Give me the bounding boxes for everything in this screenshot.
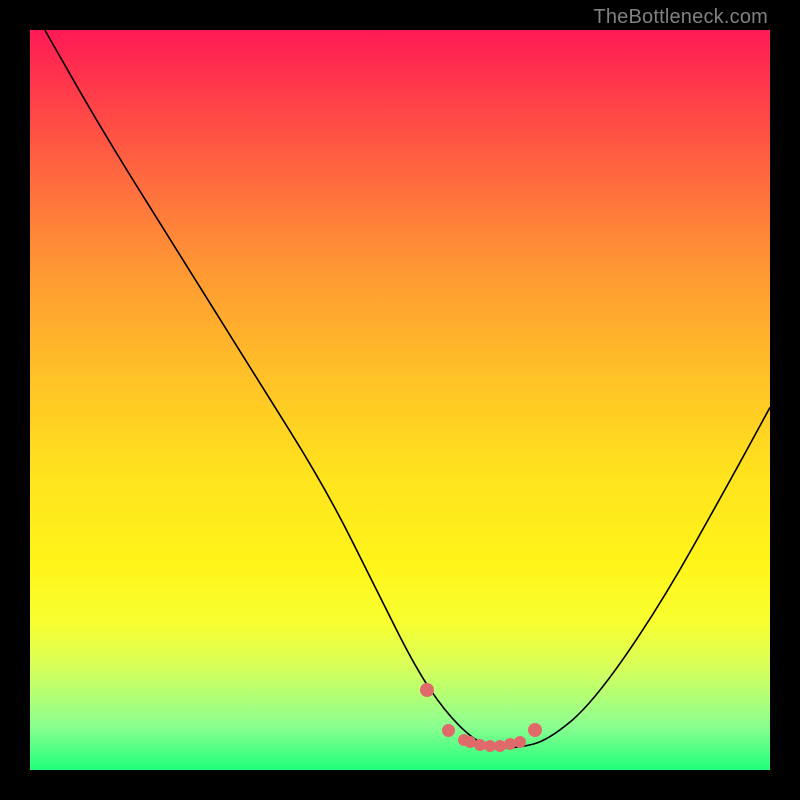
highlight-dot: [514, 736, 526, 748]
chart-frame: TheBottleneck.com: [0, 0, 800, 800]
plot-area: [30, 30, 770, 770]
highlight-dot: [442, 724, 455, 737]
highlight-dot: [420, 683, 434, 697]
curve-layer: [30, 30, 770, 770]
watermark-text: TheBottleneck.com: [593, 6, 768, 29]
highlight-dot: [528, 723, 542, 737]
bottleneck-curve: [45, 30, 770, 748]
